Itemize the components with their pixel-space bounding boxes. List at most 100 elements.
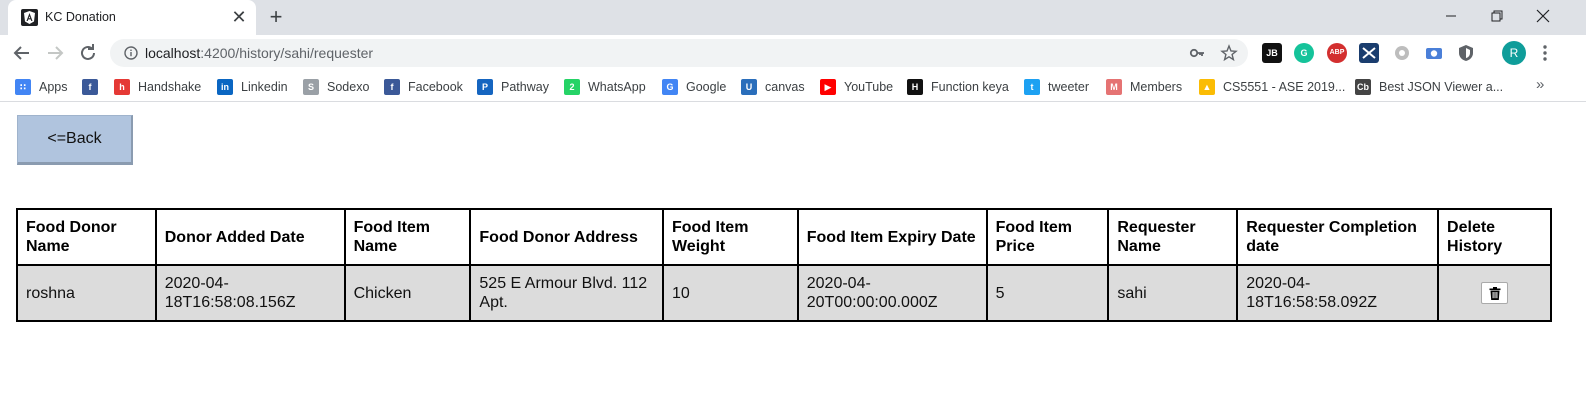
apps-grid-icon: ∷ (15, 78, 31, 95)
cell-donor-added-date: 2020-04-18T16:58:08.156Z (154, 264, 346, 322)
handshake-icon: h (114, 78, 130, 95)
bookmark-handshake[interactable]: h Handshake (114, 78, 201, 95)
htg-icon: H (907, 78, 923, 95)
bookmark-label: CS5551 - ASE 2019... (1223, 79, 1346, 94)
bookmark-youtube[interactable]: ▶ YouTube (820, 78, 893, 95)
facebook-icon: f (82, 78, 98, 95)
youtube-icon: ▶ (820, 78, 836, 95)
address-bar[interactable]: localhost:4200/history/sahi/requester (110, 39, 1248, 67)
bookmark-label: Members (1130, 79, 1183, 94)
google-icon: G (662, 78, 678, 95)
cb-icon: Cb (1355, 78, 1371, 95)
key-icon[interactable] (1188, 44, 1206, 62)
bookmark-google[interactable]: G Google (662, 78, 726, 95)
star-icon[interactable] (1220, 44, 1238, 62)
table-row: roshna 2020-04-18T16:58:08.156Z Chicken … (16, 264, 1552, 322)
back-button[interactable]: <=Back (17, 115, 133, 165)
facebook-icon: f (384, 78, 400, 95)
bookmark-label: Handshake (138, 79, 202, 94)
shield-extension-icon[interactable] (1456, 43, 1476, 63)
close-window-icon[interactable] (1520, 4, 1566, 28)
header-food-item-name: Food Item Name (343, 208, 472, 266)
sodexo-icon: S (303, 78, 319, 95)
header-food-item-price: Food Item Price (985, 208, 1110, 266)
bookmark-canvas[interactable]: Ucanvas (741, 78, 805, 95)
trash-icon (1489, 287, 1501, 300)
bookmark-label: YouTube (844, 79, 894, 94)
table-header-row: Food Donor Name Donor Added Date Food It… (16, 208, 1552, 266)
bookmark-label: Function keya (931, 79, 1009, 94)
bookmark-function-keya[interactable]: H Function keya (907, 78, 1009, 95)
bookmark-label: Best JSON Viewer a... (1379, 79, 1504, 94)
close-tab-icon[interactable]: ✕ (229, 7, 249, 27)
bookmark-facebook-icon-only[interactable]: f (82, 78, 106, 95)
header-requester-name: Requester Name (1107, 208, 1239, 266)
bookmark-label: Linkedin (241, 79, 288, 94)
bookmark-sodexo[interactable]: S Sodexo (303, 78, 369, 95)
bookmark-whatsapp[interactable]: 2 WhatsApp (564, 78, 646, 95)
url-host: localhost (145, 45, 201, 61)
url-text[interactable]: localhost:4200/history/sahi/requester (145, 45, 373, 61)
delete-history-button[interactable] (1481, 282, 1509, 304)
cell-delete-history (1437, 264, 1552, 322)
header-food-item-expiry-date: Food Item Expiry Date (796, 208, 988, 266)
bookmark-label: canvas (765, 79, 805, 94)
bookmark-label: Apps (39, 79, 68, 94)
bookmark-label: Google (686, 79, 727, 94)
jetbrains-extension-icon[interactable]: JB (1262, 43, 1282, 63)
new-tab-icon[interactable]: + (264, 5, 288, 29)
umkc-icon: U (741, 78, 757, 95)
browser-tab[interactable]: KC Donation ✕ (8, 0, 256, 35)
back-arrow-icon[interactable] (10, 41, 34, 65)
bookmarks-bar: ∷ Apps f h Handshake in Linkedin S Sodexo f Facebo… (0, 71, 1586, 102)
angular-icon (21, 9, 38, 26)
header-food-item-weight: Food Item Weight (661, 208, 799, 266)
screenshot-extension-icon[interactable] (1359, 43, 1379, 63)
minimize-icon[interactable] (1428, 4, 1474, 28)
more-bookmarks-icon[interactable]: » (1536, 76, 1544, 93)
bookmark-tweeter[interactable]: t tweeter (1024, 78, 1089, 95)
cell-food-item-price: 5 (985, 264, 1110, 322)
grammarly-extension-icon[interactable]: G (1294, 43, 1314, 63)
pathway-icon: P (477, 78, 493, 95)
members-icon: M (1106, 78, 1122, 95)
tab-strip: KC Donation ✕ + (0, 0, 1586, 35)
header-food-donor-address: Food Donor Address (469, 208, 664, 266)
bookmark-label: Pathway (501, 79, 549, 94)
header-delete-history: Delete History (1437, 208, 1552, 266)
cell-food-item-expiry-date: 2020-04-20T00:00:00.000Z (796, 264, 988, 322)
bookmark-best-json-viewer-a[interactable]: Cb Best JSON Viewer a... (1355, 78, 1503, 95)
cell-food-item-weight: 10 (661, 264, 799, 322)
bookmark-pathway[interactable]: P Pathway (477, 78, 549, 95)
cell-requester-name: sahi (1107, 264, 1239, 322)
bookmark-label: WhatsApp (588, 79, 646, 94)
twitter-icon: t (1024, 78, 1040, 95)
history-table: Food Donor Name Donor Added Date Food It… (16, 208, 1552, 322)
header-requester-completion-date: Requester Completion date (1236, 208, 1440, 266)
cell-food-donor-address: 525 E Armour Blvd. 112 Apt. (469, 264, 664, 322)
cell-food-donor-name: roshna (16, 264, 157, 322)
google-drive-icon: ▲ (1199, 78, 1215, 95)
bookmark-label: tweeter (1048, 79, 1089, 94)
browser-toolbar: localhost:4200/history/sahi/requester JB… (0, 35, 1586, 71)
bookmark-apps[interactable]: ∷ Apps (15, 78, 68, 95)
header-donor-added-date: Donor Added Date (154, 208, 346, 266)
url-path: :4200/history/sahi/requester (200, 45, 374, 61)
tab-title: KC Donation (45, 10, 116, 24)
adblock-extension-icon[interactable]: ABP (1327, 43, 1347, 63)
bookmark-cs5551-ase-2019[interactable]: ▲ CS5551 - ASE 2019... (1199, 78, 1345, 95)
menu-kebab-icon[interactable] (1535, 43, 1555, 63)
profile-avatar[interactable]: R (1502, 41, 1526, 65)
reload-icon[interactable] (76, 41, 100, 65)
bookmark-linkedin[interactable]: in Linkedin (217, 78, 288, 95)
bookmark-label: Sodexo (327, 79, 370, 94)
linkedin-icon: in (217, 78, 233, 95)
bookmark-facebook[interactable]: f Facebook (384, 78, 463, 95)
camera-extension-icon[interactable] (1424, 43, 1444, 63)
forward-arrow-icon[interactable] (43, 41, 67, 65)
bookmark-members[interactable]: M Members (1106, 78, 1182, 95)
info-icon[interactable] (124, 46, 138, 60)
gear-extension-icon[interactable] (1392, 43, 1412, 63)
restore-icon[interactable] (1474, 4, 1520, 28)
bookmark-label: Facebook (408, 79, 463, 94)
